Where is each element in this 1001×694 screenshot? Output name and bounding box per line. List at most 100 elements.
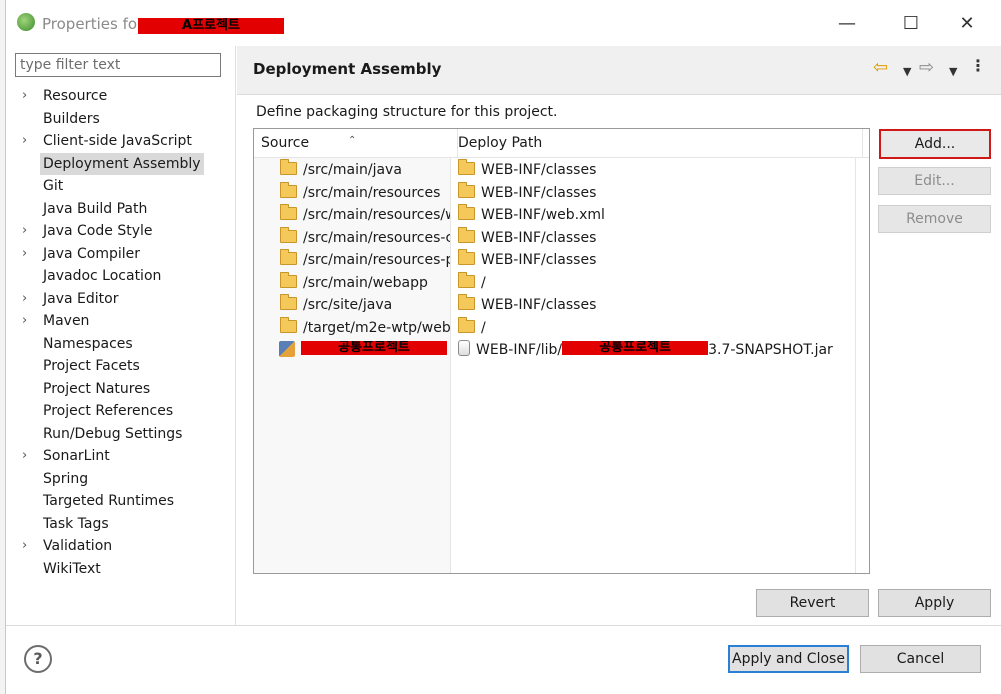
deploy-path-column-header[interactable]: Deploy Path: [451, 129, 863, 157]
deploy-path: WEB-INF/classes: [481, 297, 597, 313]
folder-icon: [458, 159, 475, 175]
cancel-button[interactable]: Cancel: [860, 645, 981, 673]
tree-item-label: Java Editor: [43, 290, 119, 307]
more-menu-icon[interactable]: ⋮: [970, 56, 986, 75]
table-row[interactable]: /src/main/resources-p WEB-INF/classes: [254, 249, 869, 271]
table-header: Source ⌃ Deploy Path: [254, 129, 869, 158]
source-path: /src/main/resources: [303, 184, 441, 201]
source-header-label: Source: [261, 135, 310, 151]
deploy-path-cell: /: [452, 271, 852, 294]
help-icon[interactable]: ?: [24, 645, 52, 673]
folder-icon: [280, 316, 297, 333]
tree-item-label: Client-side JavaScript: [43, 133, 192, 149]
source-cell: /src/main/resources-p: [254, 249, 450, 271]
expand-arrow-icon[interactable]: ›: [22, 85, 34, 107]
tree-item-label: Resource: [43, 88, 108, 104]
source-path: /target/m2e-wtp/web: [303, 319, 450, 336]
source-cell: /src/main/resources/w: [254, 204, 450, 226]
properties-dialog: Properties for A프로젝트 — ☐ ✕ › Resource Buil…: [5, 0, 1001, 694]
minimize-button[interactable]: —: [824, 10, 870, 38]
source-cell: 공통프로젝트: [254, 339, 450, 361]
deploy-path-cell: WEB-INF/classes: [452, 159, 852, 181]
source-path: /src/main/resources-p: [303, 252, 450, 268]
project-icon: [279, 341, 295, 357]
source-cell: /src/main/resources-c: [254, 226, 450, 249]
folder-icon: [280, 159, 297, 175]
deploy-path: WEB-INF/classes: [481, 252, 597, 268]
table-row[interactable]: /src/site/java WEB-INF/classes: [254, 294, 869, 316]
back-dropdown-icon[interactable]: ▼: [903, 62, 911, 82]
maximize-button[interactable]: ☐: [888, 10, 934, 38]
apply-button[interactable]: Apply: [878, 589, 991, 617]
folder-icon: [280, 294, 297, 310]
table-row[interactable]: /src/main/resources-c WEB-INF/classes: [254, 226, 869, 249]
add-button[interactable]: Add...: [879, 129, 991, 159]
table-row[interactable]: /src/main/webapp /: [254, 271, 869, 294]
tree-item-label: Project References: [43, 403, 174, 419]
expand-arrow-icon[interactable]: ›: [22, 445, 34, 467]
remove-button[interactable]: Remove: [878, 205, 991, 233]
folder-icon: [458, 204, 475, 220]
deployment-assembly-table: Source ⌃ Deploy Path /src/main/java WEB-I…: [253, 128, 870, 574]
tree-item-label: Namespaces: [43, 335, 133, 352]
table-row[interactable]: /src/main/java WEB-INF/classes: [254, 159, 869, 181]
tree-item-label: Java Compiler: [43, 245, 141, 262]
tree-item-label: Run/Debug Settings: [43, 425, 183, 442]
folder-icon: [458, 181, 475, 198]
source-column-header[interactable]: Source ⌃: [254, 129, 458, 157]
expand-arrow-icon[interactable]: ›: [22, 220, 34, 242]
deploy-path-redaction: 공통프로젝트: [562, 341, 709, 355]
forward-arrow-icon[interactable]: ⇨: [919, 58, 934, 78]
source-cell: /src/site/java: [254, 294, 450, 316]
expand-arrow-icon[interactable]: ›: [22, 130, 34, 152]
folder-icon: [458, 249, 475, 265]
table-row[interactable]: 공통프로젝트 WEB-INF/lib/공통프로젝트 3.7-SNAPSHOT.jar: [254, 339, 869, 361]
expand-arrow-icon[interactable]: ›: [22, 535, 34, 557]
folder-icon: [458, 226, 475, 243]
tree-item-label: Git: [43, 178, 64, 194]
title-redaction: A프로젝트: [138, 18, 284, 34]
tree-item-label: Java Code Style: [43, 223, 153, 239]
close-button[interactable]: ✕: [944, 10, 990, 38]
deploy-path-prefix: WEB-INF/lib/: [476, 342, 563, 358]
tree-item-label: Javadoc Location: [43, 268, 162, 284]
panel-divider[interactable]: [235, 46, 236, 626]
table-row[interactable]: /src/main/resources/w WEB-INF/web.xml: [254, 204, 869, 226]
source-path: /src/main/resources-c: [303, 229, 450, 246]
apply-and-close-button[interactable]: Apply and Close: [728, 645, 849, 673]
deploy-path-cell: /: [452, 316, 852, 339]
edit-button[interactable]: Edit...: [878, 167, 991, 195]
source-path: /src/main/webapp: [303, 274, 428, 291]
deploy-path-cell: WEB-INF/lib/공통프로젝트 3.7-SNAPSHOT.jar: [452, 339, 852, 361]
jar-icon: [458, 340, 470, 356]
forward-dropdown-icon[interactable]: ▼: [949, 62, 957, 82]
revert-button[interactable]: Revert: [756, 589, 869, 617]
deploy-path: WEB-INF/web.xml: [481, 207, 605, 223]
expand-arrow-icon[interactable]: ›: [22, 310, 34, 332]
source-path: /src/main/resources/w: [303, 207, 450, 223]
filter-input[interactable]: [15, 53, 221, 77]
footer-divider: [6, 625, 1001, 626]
tree-item-label: Java Build Path: [43, 200, 148, 217]
tree-item-label: Spring: [43, 470, 89, 487]
folder-icon: [458, 316, 475, 333]
tree-item-label: WikiText: [43, 560, 101, 577]
source-cell: /src/main/webapp: [254, 271, 450, 294]
table-row[interactable]: /target/m2e-wtp/web /: [254, 316, 869, 339]
back-arrow-icon[interactable]: ⇦: [873, 58, 888, 78]
expand-arrow-icon[interactable]: ›: [22, 243, 34, 265]
deploy-path-cell: WEB-INF/classes: [452, 226, 852, 249]
deploy-path-cell: WEB-INF/classes: [452, 181, 852, 204]
title-bar: Properties for A프로젝트 — ☐ ✕: [6, 0, 1001, 46]
folder-icon: [280, 271, 297, 288]
source-redaction: 공통프로젝트: [301, 341, 447, 355]
deploy-path-cell: WEB-INF/web.xml: [452, 204, 852, 226]
tree-item-label: SonarLint: [43, 448, 110, 464]
table-row[interactable]: /src/main/resources WEB-INF/classes: [254, 181, 869, 204]
deploy-path-suffix: 3.7-SNAPSHOT.jar: [708, 342, 833, 358]
tree-item-label: Project Natures: [43, 380, 151, 397]
folder-icon: [280, 181, 297, 198]
page-title: Deployment Assembly: [253, 60, 442, 78]
source-cell: /target/m2e-wtp/web: [254, 316, 450, 339]
expand-arrow-icon[interactable]: ›: [22, 288, 34, 310]
